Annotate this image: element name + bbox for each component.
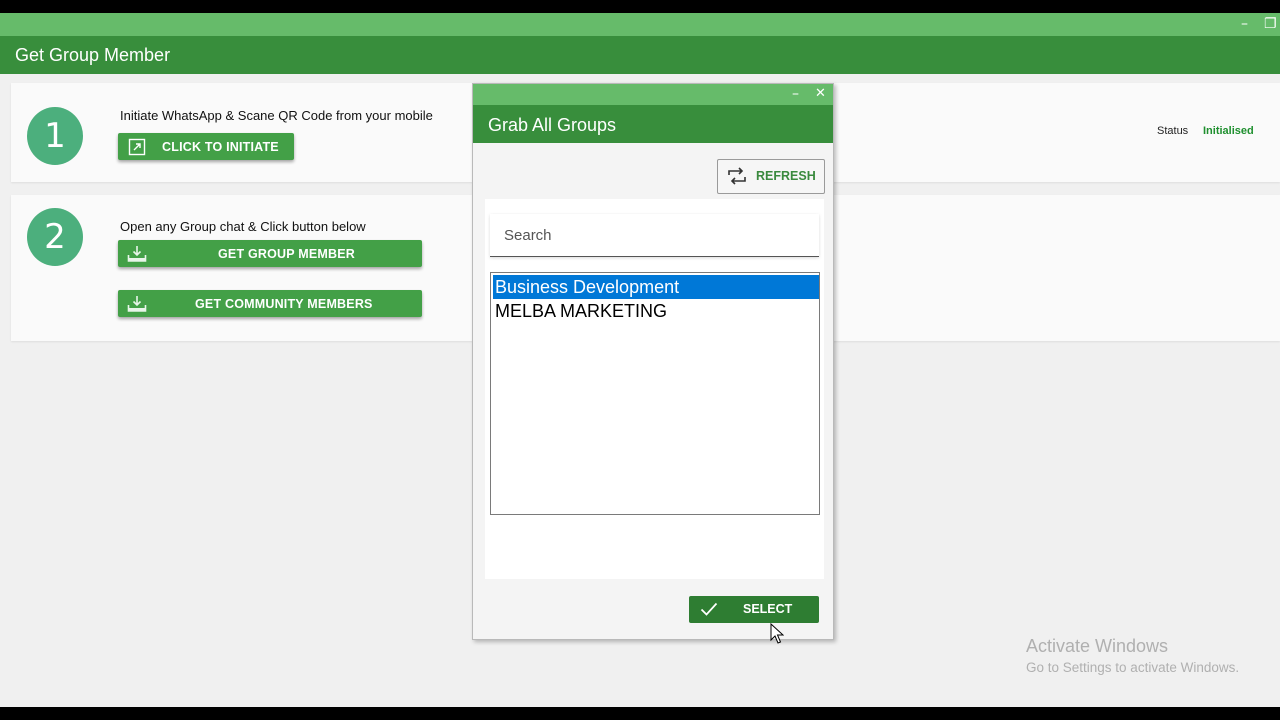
- window-titlebar: – ❐: [0, 13, 1280, 36]
- activate-windows-subtitle: Go to Settings to activate Windows.: [1026, 660, 1240, 675]
- get-community-members-button[interactable]: GET COMMUNITY MEMBERS: [118, 290, 422, 317]
- group-list[interactable]: Business Development MELBA MARKETING: [490, 272, 820, 515]
- activate-windows-title: Activate Windows: [1026, 636, 1169, 656]
- step2-badge: 2: [27, 208, 83, 266]
- dialog-titlebar: – ✕: [473, 84, 833, 105]
- step2-instruction: Open any Group chat & Click button below: [120, 219, 366, 234]
- check-icon: [700, 601, 718, 622]
- minimize-button[interactable]: –: [1241, 15, 1248, 33]
- restore-button[interactable]: ❐: [1264, 15, 1277, 33]
- grab-groups-dialog: – ✕ Grab All Groups REFRESH Business Dev…: [472, 83, 834, 640]
- page-title: Get Group Member: [15, 45, 171, 65]
- download-tray-icon: [127, 240, 147, 267]
- step1-instruction: Initiate WhatsApp & Scane QR Code from y…: [120, 108, 433, 123]
- dialog-close-button[interactable]: ✕: [815, 85, 826, 103]
- mouse-cursor-icon: [770, 622, 785, 650]
- select-button[interactable]: SELECT: [689, 596, 819, 623]
- refresh-icon: [726, 166, 748, 191]
- click-to-initiate-label: CLICK TO INITIATE: [162, 139, 279, 154]
- dialog-header: Grab All Groups: [473, 105, 833, 143]
- select-label: SELECT: [743, 602, 793, 616]
- dialog-minimize-button[interactable]: –: [792, 85, 799, 103]
- dialog-title: Grab All Groups: [488, 115, 617, 135]
- groups-card: Business Development MELBA MARKETING: [485, 199, 824, 579]
- app-header: Get Group Member: [0, 36, 1280, 74]
- refresh-label: REFRESH: [756, 169, 816, 183]
- get-group-member-button[interactable]: GET GROUP MEMBER: [118, 240, 422, 267]
- step1-badge: 1: [27, 107, 83, 165]
- click-to-initiate-button[interactable]: CLICK TO INITIATE: [118, 133, 294, 160]
- get-group-member-label: GET GROUP MEMBER: [218, 246, 356, 261]
- list-item[interactable]: MELBA MARKETING: [493, 299, 819, 323]
- download-tray-icon: [127, 290, 147, 317]
- search-input[interactable]: [490, 214, 819, 257]
- status-label: Status: [1157, 125, 1189, 137]
- external-link-icon: [128, 133, 146, 160]
- refresh-button[interactable]: REFRESH: [717, 159, 825, 194]
- status-value: Initialised: [1203, 125, 1254, 137]
- app-window: – ❐ Get Group Member 1 Initiate WhatsApp…: [0, 13, 1280, 707]
- list-item[interactable]: Business Development: [493, 275, 819, 299]
- get-community-members-label: GET COMMUNITY MEMBERS: [195, 296, 373, 311]
